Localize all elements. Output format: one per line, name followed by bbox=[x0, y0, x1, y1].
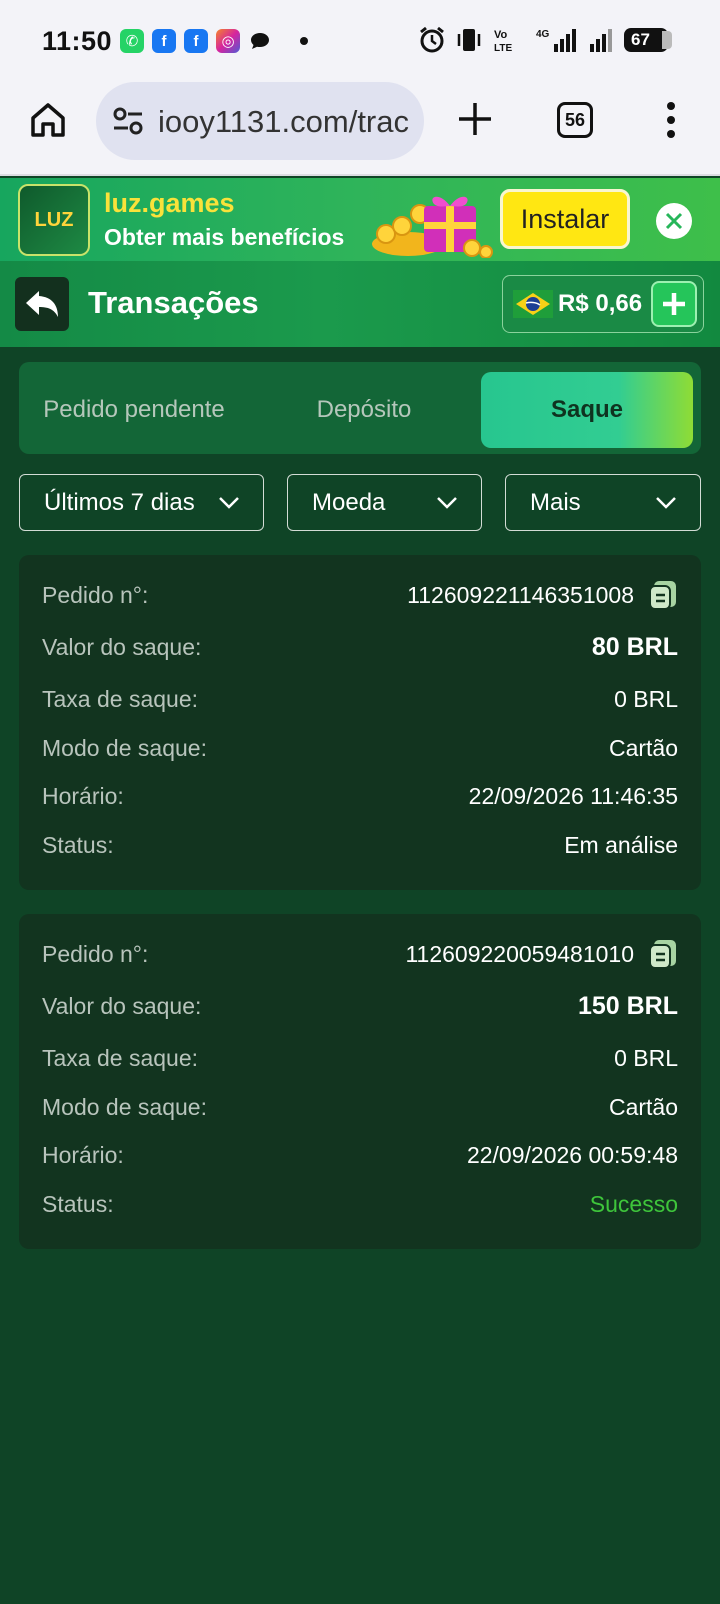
fee-label: Taxa de saque: bbox=[42, 685, 199, 712]
amount-label: Valor do saque: bbox=[42, 633, 202, 660]
tab-switcher-button[interactable]: 56 bbox=[557, 102, 593, 138]
status-value: Em análise bbox=[564, 831, 678, 858]
tab-deposit[interactable]: Depósito bbox=[249, 372, 479, 448]
page-title: Transações bbox=[88, 285, 259, 320]
time-row: Horário: 22/09/2026 00:59:48 bbox=[42, 1135, 678, 1175]
new-tab-icon[interactable] bbox=[456, 98, 494, 140]
order-number-value: 112609220059481010 bbox=[405, 940, 634, 967]
time-label: Horário: bbox=[42, 782, 124, 809]
app-logo: LUZ bbox=[18, 184, 90, 256]
more-filter[interactable]: Mais bbox=[505, 474, 701, 531]
amount-value: 150 BRL bbox=[577, 991, 678, 1020]
install-banner: LUZ luz.games Obter mais benefícios Inst… bbox=[0, 178, 720, 261]
amount-row: Valor do saque: 80 BRL bbox=[42, 627, 678, 667]
instagram-icon: ◎ bbox=[216, 29, 240, 53]
order-number-label: Pedido n°: bbox=[42, 940, 149, 967]
mode-value: Cartão bbox=[608, 734, 678, 761]
volte-icon: Vo LTE bbox=[494, 29, 512, 54]
transaction-tabs: Pedido pendente Depósito Saque bbox=[19, 362, 701, 454]
order-number-label: Pedido n°: bbox=[42, 581, 149, 608]
order-number-row: Pedido n°: 112609220059481010 bbox=[42, 934, 678, 974]
fee-value: 0 BRL bbox=[614, 1044, 678, 1071]
period-filter[interactable]: Últimos 7 dias bbox=[19, 474, 264, 531]
site-settings-icon[interactable] bbox=[112, 106, 144, 136]
time-label: Horário: bbox=[42, 1141, 124, 1168]
banner-subtitle: Obter mais benefícios bbox=[104, 224, 345, 250]
brazil-flag-icon bbox=[513, 290, 553, 318]
deposit-button[interactable] bbox=[651, 281, 697, 327]
amount-label: Valor do saque: bbox=[42, 992, 202, 1019]
mode-value: Cartão bbox=[608, 1093, 678, 1120]
facebook-icon: f bbox=[184, 29, 208, 53]
svg-text:4G: 4G bbox=[536, 29, 550, 40]
status-row: Status: Sucesso bbox=[42, 1184, 678, 1224]
balance-amount: R$ 0,66 bbox=[558, 290, 643, 317]
currency-filter-label: Moeda bbox=[312, 488, 386, 516]
mode-label: Modo de saque: bbox=[42, 1093, 207, 1120]
back-button[interactable] bbox=[15, 277, 69, 331]
mode-row: Modo de saque: Cartão bbox=[42, 728, 678, 768]
url-text[interactable]: iooy1131.com/trac bbox=[158, 104, 409, 140]
whatsapp-icon: ✆ bbox=[120, 29, 144, 53]
more-menu-icon[interactable] bbox=[664, 100, 678, 140]
chevron-down-icon bbox=[437, 497, 457, 509]
banner-app-name: luz.games bbox=[104, 188, 235, 218]
amount-value: 80 BRL bbox=[591, 632, 678, 661]
page-header: Transações R$ 0,66 bbox=[0, 261, 720, 347]
copy-icon[interactable] bbox=[648, 938, 678, 970]
tab-withdraw[interactable]: Saque bbox=[481, 372, 693, 448]
more-filter-label: Mais bbox=[530, 488, 581, 516]
status-label: Status: bbox=[42, 1190, 114, 1217]
plus-icon bbox=[663, 293, 685, 315]
period-filter-label: Últimos 7 dias bbox=[44, 488, 195, 516]
status-bar: 11:50 ✆ f f ◎ Vo LTE 4G 67 bbox=[0, 0, 720, 80]
notification-icons: ✆ f f ◎ bbox=[120, 29, 308, 53]
fee-label: Taxa de saque: bbox=[42, 1044, 199, 1071]
chevron-down-icon bbox=[656, 497, 676, 509]
install-button[interactable]: Instalar bbox=[500, 189, 630, 249]
chat-bubble-icon bbox=[251, 33, 269, 49]
fee-row: Taxa de saque: 0 BRL bbox=[42, 679, 678, 719]
alarm-icon bbox=[420, 26, 444, 53]
amount-row: Valor do saque: 150 BRL bbox=[42, 986, 678, 1026]
time-value: 22/09/2026 00:59:48 bbox=[466, 1141, 678, 1168]
currency-filter[interactable]: Moeda bbox=[287, 474, 482, 531]
chevron-down-icon bbox=[219, 497, 239, 509]
home-icon[interactable] bbox=[28, 100, 68, 140]
transaction-card: Pedido n°: 112609221146351008 Valor do s… bbox=[19, 555, 701, 890]
address-bar[interactable]: iooy1131.com/trac bbox=[96, 82, 424, 160]
copy-icon[interactable] bbox=[648, 579, 678, 611]
tab-pending[interactable]: Pedido pendente bbox=[19, 372, 249, 448]
order-number-row: Pedido n°: 112609221146351008 bbox=[42, 575, 678, 615]
system-icons: Vo LTE 4G 67 bbox=[418, 26, 672, 54]
svg-text:Vo: Vo bbox=[494, 29, 508, 41]
balance-widget: R$ 0,66 bbox=[502, 275, 704, 333]
close-banner-icon[interactable] bbox=[656, 203, 692, 239]
mode-label: Modo de saque: bbox=[42, 734, 207, 761]
svg-text:LTE: LTE bbox=[494, 43, 512, 54]
clock: 11:50 bbox=[42, 26, 113, 56]
fee-row: Taxa de saque: 0 BRL bbox=[42, 1038, 678, 1078]
order-number-value: 112609221146351008 bbox=[407, 581, 634, 608]
gift-coins-illustration bbox=[372, 196, 493, 258]
transaction-card: Pedido n°: 112609220059481010 Valor do s… bbox=[19, 914, 701, 1249]
time-value: 22/09/2026 11:46:35 bbox=[468, 782, 678, 809]
vibrate-icon bbox=[457, 29, 481, 51]
status-value: Sucesso bbox=[589, 1190, 678, 1217]
status-label: Status: bbox=[42, 831, 114, 858]
facebook-icon: f bbox=[152, 29, 176, 53]
status-row: Status: Em análise bbox=[42, 825, 678, 865]
browser-toolbar: iooy1131.com/trac 56 bbox=[0, 80, 720, 176]
mode-row: Modo de saque: Cartão bbox=[42, 1087, 678, 1127]
fee-value: 0 BRL bbox=[614, 685, 678, 712]
more-notifications-dot bbox=[300, 37, 308, 45]
time-row: Horário: 22/09/2026 11:46:35 bbox=[42, 776, 678, 816]
signal-4g-icon: 4G bbox=[536, 29, 576, 52]
back-arrow-icon bbox=[26, 291, 58, 317]
battery-indicator: 67 bbox=[624, 28, 672, 52]
signal-icon bbox=[590, 29, 612, 52]
